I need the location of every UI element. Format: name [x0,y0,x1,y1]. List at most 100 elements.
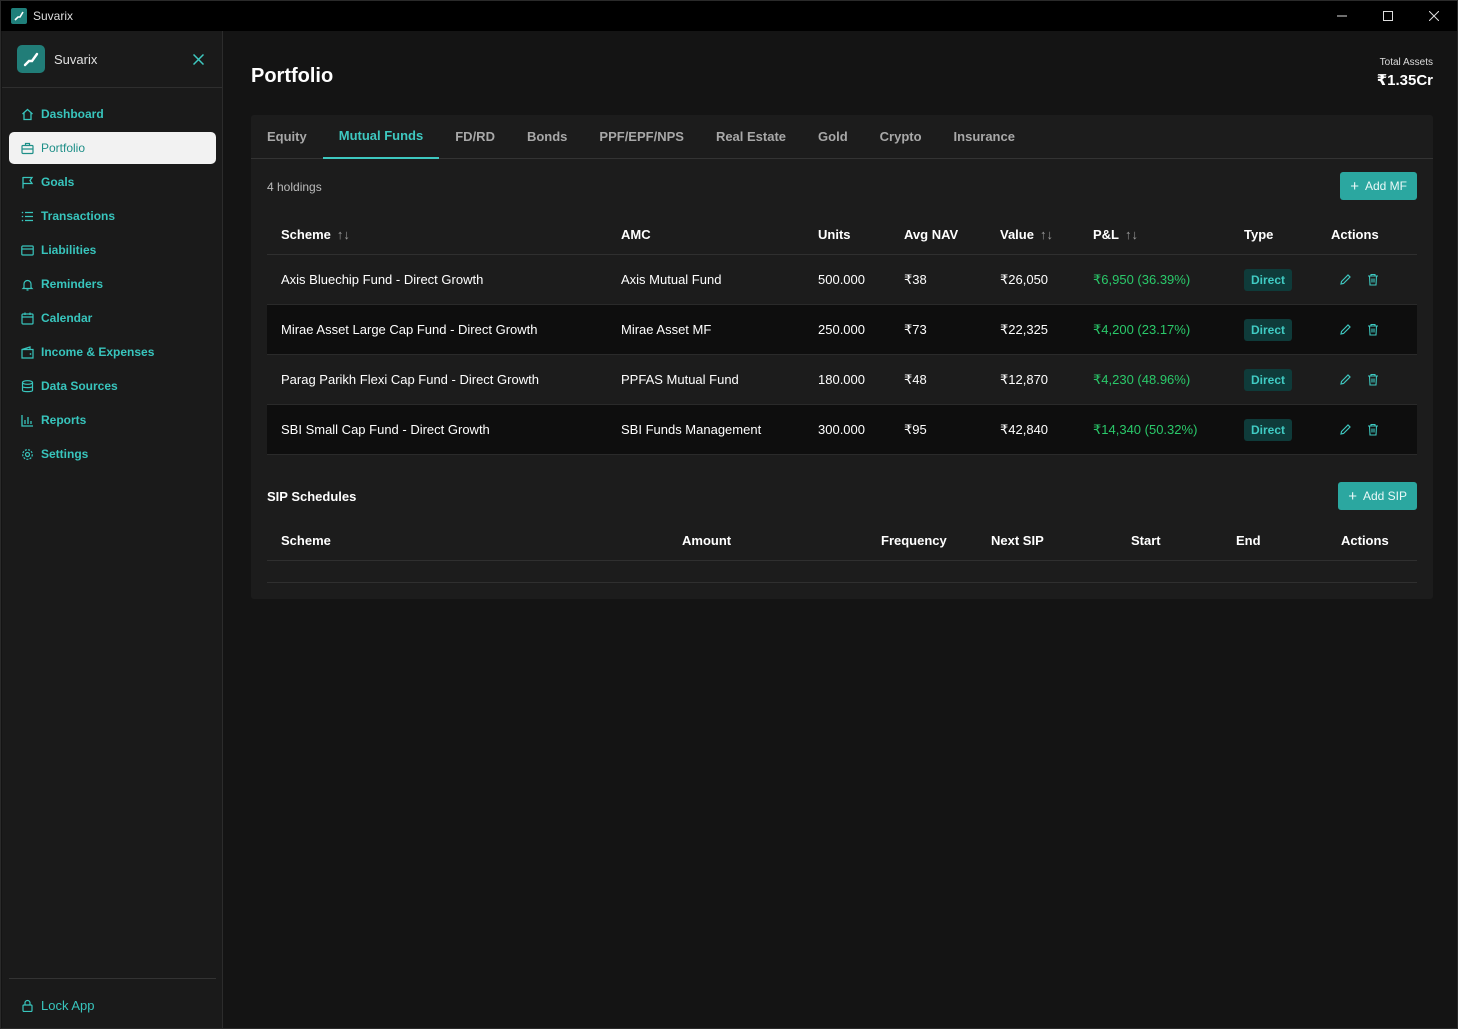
sidebar-item-label: Dashboard [41,107,104,121]
sip-col-scheme: Scheme [281,533,331,548]
add-sip-label: Add SIP [1362,489,1407,503]
col-avg-nav: Avg NAV [904,227,959,242]
portfolio-card: Equity Mutual Funds FD/RD Bonds PPF/EPF/… [251,115,1433,599]
edit-icon[interactable] [1338,323,1352,337]
add-mf-label: Add MF [1364,179,1407,193]
type-badge: Direct [1244,368,1293,391]
tab-crypto[interactable]: Crypto [864,115,938,159]
calendar-icon [20,311,34,325]
sidebar-item-reports[interactable]: Reports [9,404,216,436]
database-icon [20,379,34,393]
sidebar: Suvarix Dashboard Portfolio Goals Transa… [2,31,223,1028]
close-sidebar-icon[interactable] [188,49,208,69]
table-row[interactable]: Axis Bluechip Fund - Direct Growth Axis … [267,255,1417,305]
tab-real-estate[interactable]: Real Estate [700,115,802,159]
pl-cell: ₹4,200 (23.17%) [1093,321,1191,337]
sidebar-item-income-expenses[interactable]: Income & Expenses [9,336,216,368]
sip-table: Scheme Amount Frequency Next SIP Start E… [267,521,1417,583]
tab-mutual-funds[interactable]: Mutual Funds [322,115,440,159]
close-window-button[interactable] [1411,1,1457,31]
add-sip-button[interactable]: + Add SIP [1338,482,1417,510]
sidebar-item-goals[interactable]: Goals [9,166,216,198]
delete-icon[interactable] [1366,273,1380,287]
holdings-table-header: Scheme ↑↓ AMC Units Avg NAV Value ↑↓ P&L ↑↓… [267,215,1417,255]
value-cell: ₹12,870 [1000,371,1049,387]
sip-table-header: Scheme Amount Frequency Next SIP Start E… [267,521,1417,561]
tab-insurance[interactable]: Insurance [938,115,1031,159]
main-content: Portfolio Total Assets ₹1.35Cr Equity Mu… [223,31,1457,1028]
bell-icon [20,277,34,291]
amc-cell: SBI Funds Management [621,422,762,437]
sidebar-item-transactions[interactable]: Transactions [9,200,216,232]
edit-icon[interactable] [1338,373,1352,387]
table-row[interactable]: Mirae Asset Large Cap Fund - Direct Grow… [267,305,1417,355]
scheme-cell: Parag Parikh Flexi Cap Fund - Direct Gro… [281,372,539,387]
tab-bonds[interactable]: Bonds [511,115,583,159]
avg-nav-cell: ₹95 [904,421,927,437]
col-scheme[interactable]: Scheme ↑↓ [281,215,350,254]
pl-cell: ₹6,950 (36.39%) [1093,271,1191,287]
units-cell: 180.000 [818,372,865,387]
maximize-button[interactable] [1365,1,1411,31]
sip-col-amount: Amount [682,533,732,548]
plus-icon: + [1350,177,1359,195]
sort-icon[interactable]: ↑↓ [1125,227,1138,242]
delete-icon[interactable] [1366,423,1380,437]
pl-cell: ₹14,340 (50.32%) [1093,421,1198,437]
table-row[interactable]: Parag Parikh Flexi Cap Fund - Direct Gro… [267,355,1417,405]
minimize-button[interactable] [1319,1,1365,31]
value-cell: ₹26,050 [1000,271,1049,287]
sip-col-frequency: Frequency [881,533,947,548]
sidebar-item-dashboard[interactable]: Dashboard [9,98,216,130]
sort-icon[interactable]: ↑↓ [337,227,350,242]
total-assets-value: ₹1.35Cr [1376,72,1433,89]
amc-cell: Mirae Asset MF [621,322,712,337]
sort-icon[interactable]: ↑↓ [1040,227,1053,242]
sidebar-item-label: Transactions [41,209,116,223]
sidebar-item-settings[interactable]: Settings [9,438,216,470]
sidebar-item-portfolio[interactable]: Portfolio [9,132,216,164]
avg-nav-cell: ₹38 [904,271,927,287]
lock-app-button[interactable]: Lock App [20,998,95,1013]
add-mf-button[interactable]: + Add MF [1340,172,1417,200]
total-assets: Total Assets ₹1.35Cr [1377,57,1433,89]
units-cell: 300.000 [818,422,865,437]
edit-icon[interactable] [1338,423,1352,437]
col-actions: Actions [1331,227,1379,242]
flag-icon [20,175,34,189]
asset-tabs: Equity Mutual Funds FD/RD Bonds PPF/EPF/… [251,115,1433,159]
sidebar-item-label: Settings [41,447,89,461]
delete-icon[interactable] [1366,373,1380,387]
page-title: Portfolio [251,65,334,87]
sidebar-item-label: Reports [41,413,87,427]
delete-icon[interactable] [1366,323,1380,337]
amc-cell: Axis Mutual Fund [621,272,722,287]
sidebar-item-reminders[interactable]: Reminders [9,268,216,300]
table-row[interactable]: SBI Small Cap Fund - Direct Growth SBI F… [267,405,1417,455]
col-pl[interactable]: P&L ↑↓ [1093,215,1138,254]
sip-empty-row [267,561,1417,583]
value-cell: ₹42,840 [1000,421,1049,437]
tab-equity[interactable]: Equity [251,115,323,159]
sip-schedules-title: SIP Schedules [267,489,357,504]
scheme-cell: Axis Bluechip Fund - Direct Growth [281,272,484,287]
scheme-cell: SBI Small Cap Fund - Direct Growth [281,422,490,437]
sidebar-item-liabilities[interactable]: Liabilities [9,234,216,266]
edit-icon[interactable] [1338,273,1352,287]
sidebar-item-label: Data Sources [41,379,118,393]
sip-col-end: End [1236,533,1261,548]
sip-col-next-sip: Next SIP [991,533,1044,548]
tab-fd-rd[interactable]: FD/RD [439,115,511,159]
app-logo-icon [11,8,27,24]
sidebar-item-label: Calendar [41,311,93,325]
tab-ppf-epf-nps[interactable]: PPF/EPF/NPS [583,115,700,159]
sidebar-item-label: Goals [41,175,75,189]
sidebar-item-label: Liabilities [41,243,97,257]
brand-logo-icon [17,45,45,73]
tab-gold[interactable]: Gold [802,115,864,159]
sidebar-item-calendar[interactable]: Calendar [9,302,216,334]
sidebar-item-label: Portfolio [41,141,86,155]
sidebar-item-data-sources[interactable]: Data Sources [9,370,216,402]
col-value[interactable]: Value ↑↓ [1000,215,1053,254]
pl-cell: ₹4,230 (48.96%) [1093,371,1191,387]
